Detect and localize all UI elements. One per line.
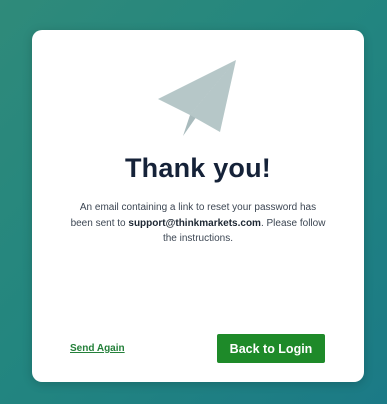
- confirmation-message: An email containing a link to reset your…: [68, 200, 328, 247]
- back-to-login-button[interactable]: Back to Login: [217, 334, 325, 363]
- page-title: Thank you!: [124, 153, 271, 183]
- email-address: support@thinkmarkets.com: [128, 217, 261, 229]
- password-reset-confirmation-card: Thank you! An email containing a link to…: [32, 30, 364, 382]
- send-again-link[interactable]: Send Again: [70, 343, 125, 354]
- paper-plane-icon: [158, 60, 236, 136]
